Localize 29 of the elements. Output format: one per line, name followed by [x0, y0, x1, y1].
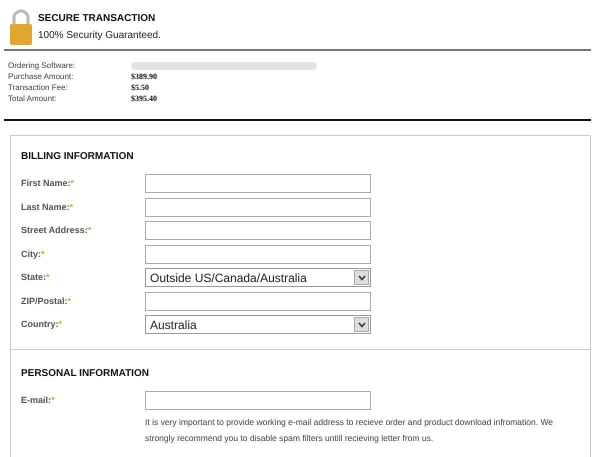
summary-value: $389.90 [131, 70, 157, 82]
field-label: Street Address:* [21, 224, 92, 237]
summary-label: Purchase Amount: [8, 70, 74, 82]
input-field[interactable] [145, 221, 371, 240]
dropdown[interactable]: Outside US/Canada/Australia [145, 268, 371, 287]
field-label: State:* [21, 271, 50, 284]
input-field[interactable] [145, 198, 371, 216]
summary-value: $395.40 [131, 92, 157, 104]
input-field[interactable] [145, 244, 371, 264]
field-label: ZIP/Postal:* [21, 294, 72, 308]
subtitle: 100% Security Guaranteed. [38, 29, 161, 43]
summary-label: Ordering Software: [8, 60, 76, 72]
input-field[interactable] [145, 292, 371, 310]
input-field[interactable] [145, 391, 371, 410]
summary-label: Transaction Fee: [8, 82, 69, 94]
summary-label: Total Amount: [8, 92, 58, 104]
title: SECURE TRANSACTION [38, 12, 156, 26]
field-label: Last Name:* [21, 200, 74, 214]
section-title: PERSONAL INFORMATION [21, 367, 150, 381]
dropdown[interactable]: Australia [145, 315, 371, 334]
field-label: Country:* [21, 318, 62, 331]
field-label: First Name:* [21, 177, 74, 190]
input-field[interactable] [145, 174, 371, 193]
field-label: E-mail:* [21, 394, 55, 407]
field-label: City:* [21, 248, 45, 261]
section-title: BILLING INFORMATION [21, 150, 135, 164]
summary-value: $5.50 [131, 82, 149, 94]
help-text: It is very important to provide working e-mail address to recieve order and product download infromation. We strongly recommend you to disable spam filters untill recieving letter from us. [145, 416, 554, 445]
padlock-icon [10, 9, 32, 45]
